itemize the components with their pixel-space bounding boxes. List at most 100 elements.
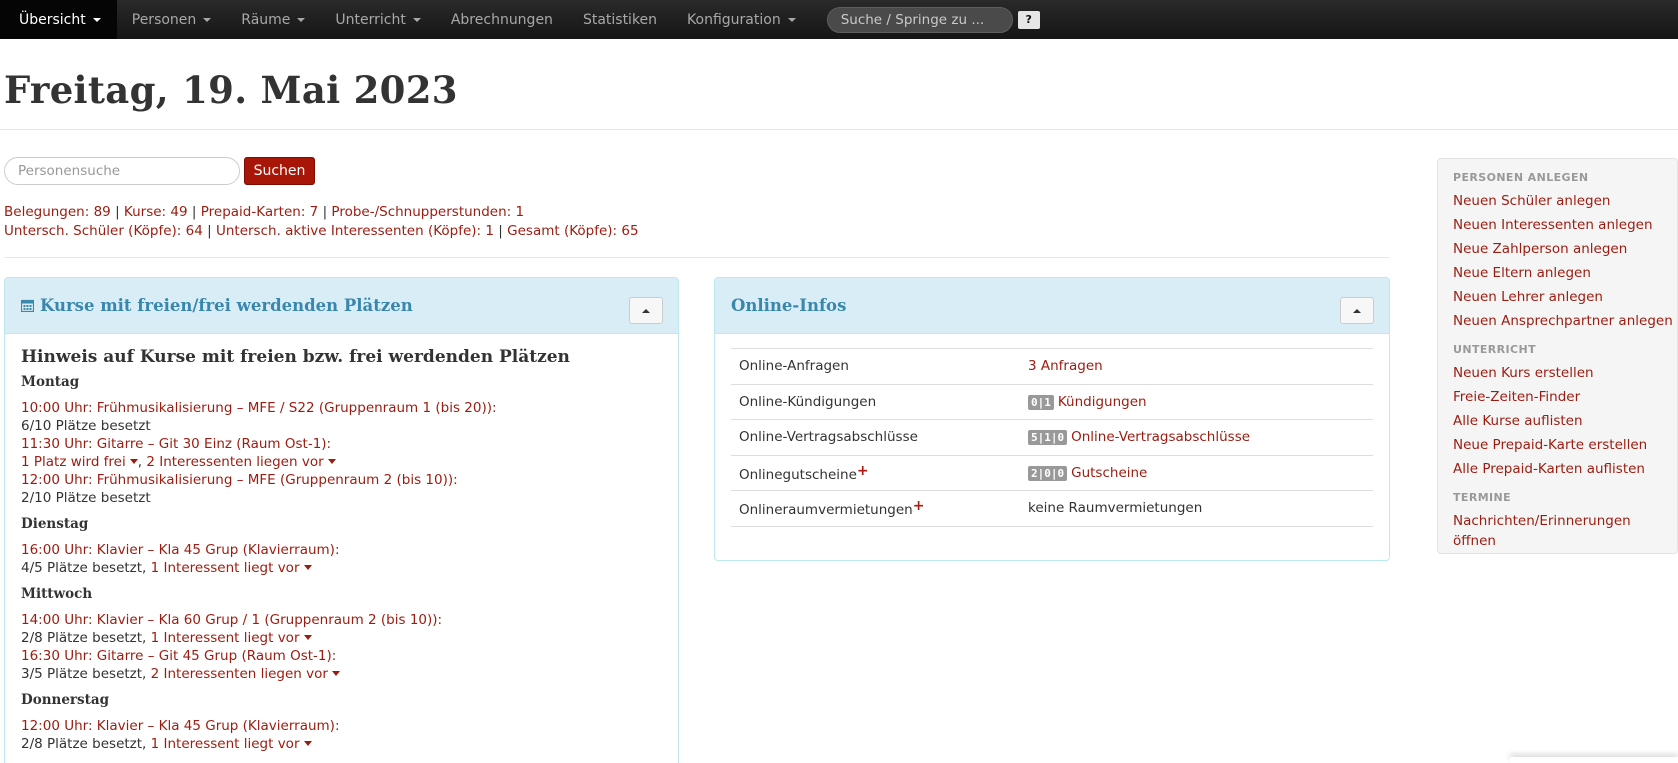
course-info-link[interactable]: 2 Interessenten liegen vor xyxy=(146,454,323,470)
sidebar-link[interactable]: Alle Prepaid-Karten auflisten xyxy=(1453,459,1677,483)
course-status-row: 1 Platz wird frei, 2 Interessenten liege… xyxy=(21,453,662,471)
sidebar-link[interactable]: Neuen Lehrer anlegen xyxy=(1453,287,1677,311)
caret-up-icon xyxy=(642,308,650,313)
separator: | xyxy=(191,204,197,220)
sidebar-link[interactable]: Alle Kurse auflisten xyxy=(1453,411,1677,435)
caret-down-icon xyxy=(412,17,421,22)
row-value-cell: 0|1 Kündigungen xyxy=(1020,384,1373,420)
collapse-button[interactable] xyxy=(629,297,663,324)
course-title-row: 12:00 Uhr: Frühmusikalisierung – MFE (Gr… xyxy=(21,471,662,489)
divider xyxy=(0,129,1678,130)
count-badge: 5|1|0 xyxy=(1028,430,1068,446)
course-info-link[interactable]: 2 Interessenten liegen vor xyxy=(151,666,328,682)
sidebar-link[interactable]: Nachrichten/Erinnerungen öffnen xyxy=(1453,511,1677,549)
separator: | xyxy=(115,204,120,220)
nav-item-1[interactable]: Personen xyxy=(117,0,227,39)
stat-link[interactable]: Gesamt (Köpfe): 65 xyxy=(507,223,638,239)
nav-item-3[interactable]: Unterricht xyxy=(320,0,435,39)
course-status: 6/10 Plätze besetzt xyxy=(21,418,151,434)
search-button[interactable]: Suchen xyxy=(244,157,315,185)
help-button[interactable]: ? xyxy=(1017,10,1040,29)
sidebar-link[interactable]: Neuen Ansprechpartner anlegen xyxy=(1453,311,1677,335)
stats-line: Belegungen: 89 | Kurse: 49 | Prepaid-Kar… xyxy=(4,203,639,222)
panel-header: Online-Infos xyxy=(715,278,1389,334)
caret-down-icon[interactable] xyxy=(327,459,336,464)
day-block: Mittwoch 14:00 Uhr: Klavier – Kla 60 Grup… xyxy=(21,586,662,683)
row-value-link[interactable]: Kündigungen xyxy=(1058,394,1147,410)
course-link[interactable]: 10:00 Uhr: Frühmusikalisierung – MFE / S… xyxy=(21,400,497,416)
sidebar-link[interactable]: Neuen Kurs erstellen xyxy=(1453,363,1677,387)
caret-down-icon[interactable] xyxy=(129,459,138,464)
separator: | xyxy=(498,222,503,239)
day-block: Dienstag 16:00 Uhr: Klavier – Kla 45 Grup… xyxy=(21,516,662,577)
global-search-input[interactable]: Suche / Springe zu ... xyxy=(826,6,1013,33)
panel-body: Online-Anfragen 3 Anfragen Online-Kündigun… xyxy=(715,334,1389,527)
sidebar-link[interactable]: Neue Prepaid-Karte erstellen xyxy=(1453,435,1677,459)
separator: | xyxy=(322,204,328,220)
stat-link[interactable]: Belegungen: 89 xyxy=(4,204,111,220)
course-link[interactable]: 12:00 Uhr: Klavier – Kla 45 Grup (Klavie… xyxy=(21,718,340,734)
collapse-button[interactable] xyxy=(1340,297,1374,324)
person-search-input[interactable]: Personensuche xyxy=(4,157,240,185)
course-link[interactable]: 11:30 Uhr: Gitarre – Git 30 Einz (Raum O… xyxy=(21,436,331,452)
course-link[interactable]: 12:00 Uhr: Frühmusikalisierung – MFE (Gr… xyxy=(21,472,458,488)
caret-down-icon xyxy=(203,17,212,22)
row-label-cell: Online-Anfragen xyxy=(731,348,1020,385)
table-row: Online-Kündigungen 0|1 Kündigungen xyxy=(731,384,1373,420)
panel-header: Kurse mit freien/frei werdenden Plätzen xyxy=(5,278,678,334)
nav-item-4[interactable]: Abrechnungen xyxy=(436,0,568,39)
stats-summary: Belegungen: 89 | Kurse: 49 | Prepaid-Kar… xyxy=(4,203,639,240)
panel-title: Online-Infos xyxy=(731,296,847,315)
row-value-cell: 5|1|0 Online-Vertragsabschlüsse xyxy=(1020,419,1373,456)
stat-link[interactable]: Prepaid-Karten: 7 xyxy=(201,204,319,220)
course-title-row: 14:00 Uhr: Klavier – Kla 60 Grup / 1 (Gr… xyxy=(21,611,662,629)
row-value-link[interactable]: Gutscheine xyxy=(1071,465,1147,481)
table-row: Online-Vertragsabschlüsse 5|1|0 Online-Ver… xyxy=(731,419,1373,456)
row-label-cell: Online-Kündigungen xyxy=(731,384,1020,420)
row-value-link[interactable]: 3 Anfragen xyxy=(1028,358,1103,374)
course-info-link[interactable]: 1 Interessent liegt vor xyxy=(151,630,300,646)
course-info-link[interactable]: 1 Platz wird frei xyxy=(21,454,126,470)
nav-item-6[interactable]: Konfiguration xyxy=(672,0,811,39)
course-status-row: 3/5 Plätze besetzt, 2 Interessenten lieg… xyxy=(21,665,662,683)
courses-heading: Hinweis auf Kurse mit freien bzw. frei w… xyxy=(21,347,570,367)
nav-item-5[interactable]: Statistiken xyxy=(568,0,672,39)
row-value-cell: keine Raumvermietungen xyxy=(1020,490,1373,527)
course-link[interactable]: 16:30 Uhr: Gitarre – Git 45 Grup (Raum O… xyxy=(21,648,336,664)
row-value-link[interactable]: Online-Vertragsabschlüsse xyxy=(1071,429,1250,445)
stat-link[interactable]: Untersch. aktive Interessenten (Köpfe): … xyxy=(216,223,494,239)
course-link[interactable]: 14:00 Uhr: Klavier – Kla 60 Grup / 1 (Gr… xyxy=(21,612,442,628)
stat-link[interactable]: Probe-/Schnupperstunden: 1 xyxy=(331,204,524,220)
sidebar-link[interactable]: Neue Zahlperson anlegen xyxy=(1453,239,1677,263)
course-info-link[interactable]: 1 Interessent liegt vor xyxy=(151,736,300,752)
caret-down-icon[interactable] xyxy=(303,741,312,746)
course-link[interactable]: 16:00 Uhr: Klavier – Kla 45 Grup (Klavie… xyxy=(21,542,340,558)
course-status-row: 2/8 Plätze besetzt, 1 Interessent liegt … xyxy=(21,629,662,647)
caret-down-icon[interactable] xyxy=(331,671,340,676)
nav-item-label: Abrechnungen xyxy=(450,11,553,28)
nav-item-2[interactable]: Räume xyxy=(226,0,320,39)
plus-icon: + xyxy=(912,498,925,515)
sidebar-link[interactable]: Neuen Schüler anlegen xyxy=(1453,191,1677,215)
course-title-row: 10:00 Uhr: Frühmusikalisierung – MFE / S… xyxy=(21,399,662,417)
sidebar-link[interactable]: Neue Eltern anlegen xyxy=(1453,263,1677,287)
divider xyxy=(4,257,1390,258)
day-name: Donnerstag xyxy=(21,692,110,708)
row-value: keine Raumvermietungen xyxy=(1028,500,1203,517)
stat-link[interactable]: Untersch. Schüler (Köpfe): 64 xyxy=(4,223,203,239)
nav-item-label: Unterricht xyxy=(335,11,406,28)
stat-link[interactable]: Kurse: 49 xyxy=(124,204,188,220)
sidebar-section-header: UNTERRICHT xyxy=(1453,343,1536,356)
course-info-link[interactable]: 1 Interessent liegt vor xyxy=(151,560,300,576)
count-badge: 2|0|0 xyxy=(1028,465,1068,481)
online-info-table: Online-Anfragen 3 Anfragen Online-Kündigun… xyxy=(731,348,1373,527)
caret-down-icon[interactable] xyxy=(303,635,312,640)
caret-down-icon[interactable] xyxy=(303,565,312,570)
sidebar-link[interactable]: Neuen Interessenten anlegen xyxy=(1453,215,1677,239)
table-row: Onlineraumvermietungen+ keine Raumvermiet… xyxy=(731,490,1373,527)
count-badge: 0|1 xyxy=(1028,394,1054,410)
nav-item-0[interactable]: Übersicht xyxy=(0,0,117,39)
sidebar-link[interactable]: Freie-Zeiten-Finder xyxy=(1453,387,1677,411)
course-status: 2/10 Plätze besetzt xyxy=(21,490,151,506)
